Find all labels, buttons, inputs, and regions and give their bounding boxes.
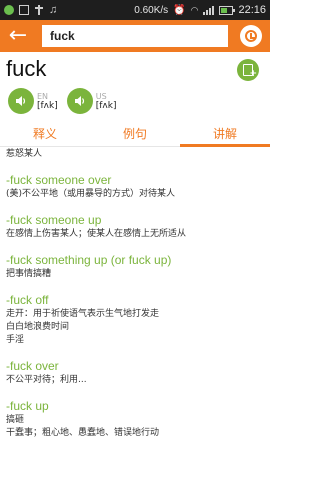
wifi-icon: ◠ (190, 4, 199, 15)
history-button[interactable] (240, 25, 262, 47)
signal-icon (203, 5, 215, 15)
battery-icon (219, 5, 236, 15)
add-to-wordbook-button[interactable]: + (237, 59, 259, 81)
meaning: (美)不公平地（或用暴导的方式）对待某人 (6, 189, 176, 199)
list-item: -fuck off 走开：用于祈使语气表示生气地打发走 白白地浪费时间 手淫 (6, 292, 266, 347)
wordbook-add-icon: + (243, 64, 257, 79)
app-icon (19, 5, 29, 15)
tab-explanation[interactable]: 讲解 (180, 124, 270, 147)
network-speed: 0.60K/s (134, 4, 169, 16)
meaning: 手淫 (6, 335, 25, 345)
search-input[interactable] (50, 29, 228, 43)
meaning: 把事情搞糟 (6, 269, 52, 279)
phrase: -fuck someone over (6, 173, 112, 187)
music-icon: ♫ (49, 4, 58, 16)
partial-line: 惹怒某人 (6, 149, 43, 159)
phrase: -fuck off (6, 293, 49, 307)
pron-us-label: US (95, 91, 107, 101)
pronounce-en-button[interactable] (8, 88, 34, 114)
pron-en-label: EN (37, 91, 49, 101)
list-item: -fuck up 搞砸 干蠢事；粗心地、愚蠢地、错误地行动 (6, 398, 266, 440)
search-box[interactable] (42, 25, 228, 47)
meaning: 干蠢事；粗心地、愚蠢地、错误地行动 (6, 428, 160, 438)
list-item: -fuck someone over (美)不公平地（或用暴导的方式）对待某人 (6, 172, 266, 201)
usb-icon (34, 5, 44, 15)
headword: fuck (6, 56, 47, 81)
meaning: 搞砸 (6, 415, 25, 425)
list-item: -fuck over 不公平对待；利用... (6, 358, 266, 387)
pronounce-us-button[interactable] (66, 88, 93, 114)
pronunciation-row: EN [fʌk] US [fʌk] (8, 88, 122, 114)
status-bar: ♫ 0.60K/s ⏰ ◠ 22:16 (0, 0, 270, 20)
tab-examples[interactable]: 例句 (90, 124, 180, 146)
list-item: -fuck someone up 在感情上伤害某人；使某人在感情上无所适从 (6, 212, 266, 241)
pron-us-ipa: [fʌk] (95, 100, 117, 111)
back-arrow-icon: ← (8, 23, 28, 48)
meaning: 不公平对待；利用... (6, 375, 87, 385)
app-toolbar: ← (0, 20, 270, 52)
speaker-icon (16, 96, 26, 106)
tab-definition[interactable]: 释义 (0, 124, 90, 146)
meaning: 白白地浪费时间 (6, 322, 70, 332)
explanation-content: 惹怒某人 -fuck someone over (美)不公平地（或用暴导的方式）… (6, 146, 266, 480)
phrase: -fuck over (6, 359, 59, 373)
clock-time: 22:16 (238, 4, 266, 16)
phrase: -fuck something up (or fuck up) (6, 253, 172, 267)
pron-en: EN [fʌk] (37, 92, 58, 111)
pron-us: US [fʌk] (96, 92, 117, 111)
tab-bar: 释义 例句 讲解 (0, 124, 270, 147)
list-item: -fuck something up (or fuck up) 把事情搞糟 (6, 252, 266, 281)
notification-icon (4, 5, 14, 15)
back-button[interactable]: ← (0, 20, 36, 52)
pron-en-ipa: [fʌk] (37, 100, 58, 111)
speaker-icon (74, 96, 84, 106)
phrase: -fuck someone up (6, 213, 102, 227)
meaning: 在感情上伤害某人；使某人在感情上无所适从 (6, 229, 187, 239)
phrase: -fuck up (6, 399, 49, 413)
alarm-icon: ⏰ (173, 4, 186, 16)
clock-icon (245, 30, 257, 42)
meaning: 走开：用于祈使语气表示生气地打发走 (6, 309, 160, 319)
